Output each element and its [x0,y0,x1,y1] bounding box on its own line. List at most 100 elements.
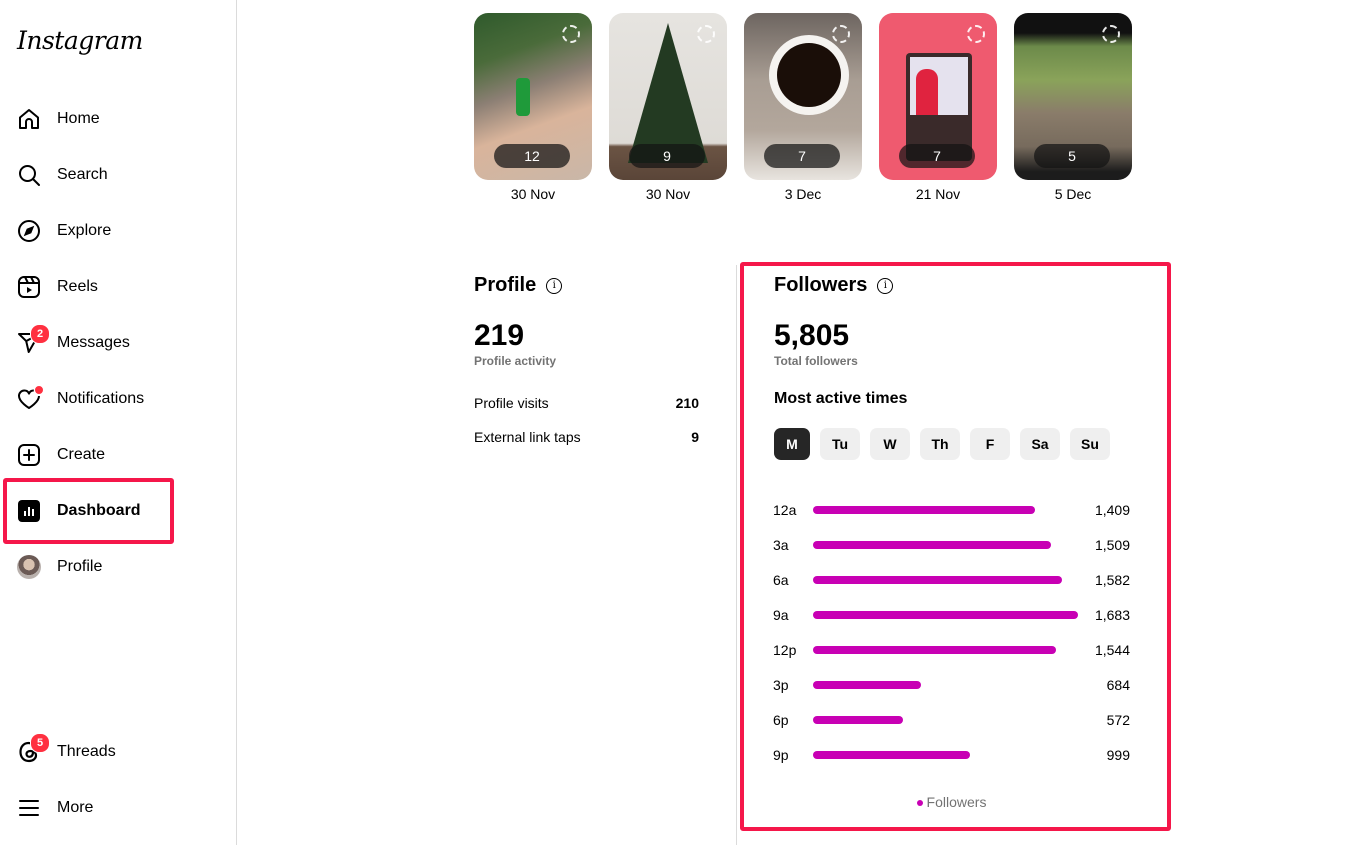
story-count: 12 [494,144,570,168]
sidebar-item-label: Explore [57,222,112,239]
day-tab[interactable]: W [870,428,910,460]
bar-value-label: 1,409 [1094,502,1130,518]
sidebar-item-explore[interactable]: Explore [16,215,111,247]
notification-dot [34,385,44,395]
sidebar-item-threads[interactable]: 5 Threads [16,733,116,768]
bar-row: 3a 1,509 [773,535,1130,555]
bar-category-label: 6p [773,712,789,728]
bar-row: 9a 1,683 [773,605,1130,625]
bar-category-label: 12a [773,502,797,518]
messages-badge: 2 [30,324,50,344]
sidebar-item-search[interactable]: Search [16,159,108,191]
loading-ring-icon [697,25,715,43]
story-date: 3 Dec [784,186,822,202]
instagram-logo[interactable]: Instagram [17,26,143,55]
bar [813,646,1057,654]
sidebar-item-label: Create [57,446,106,463]
story-thumbnail[interactable]: 9 [609,13,727,180]
sidebar-item-label: More [57,799,94,816]
search-icon [16,162,42,188]
bar-value-label: 684 [1106,677,1130,693]
legend-dot [916,800,923,807]
avatar [17,555,41,579]
story-item[interactable]: 7 21 Nov [879,13,997,202]
sidebar-item-home[interactable]: Home [16,103,100,135]
bar-value-label: 999 [1106,747,1130,763]
sidebar: Instagram Home Search Explore Reels 2 Me… [0,0,237,845]
row-label: External link taps [474,429,581,445]
followers-card-title: Followers [774,274,868,296]
bar-row: 3p 684 [773,675,1130,695]
followers-card: Followers i 5,805 Total followers Most a… [774,274,1134,460]
day-tab[interactable]: Sa [1020,428,1060,460]
story-item[interactable]: 9 30 Nov [609,13,727,202]
sidebar-item-create[interactable]: Create [16,439,105,471]
bar-value-label: 1,582 [1094,572,1130,588]
sidebar-item-profile[interactable]: Profile [16,551,102,583]
heart-icon [16,385,44,412]
sidebar-item-label: Home [57,110,100,127]
story-date: 30 Nov [645,186,691,202]
bar-value-label: 1,683 [1094,607,1130,623]
sidebar-item-more[interactable]: More [16,792,93,824]
sidebar-item-notifications[interactable]: Notifications [16,383,144,415]
story-count: 5 [1034,144,1110,168]
story-thumbnail[interactable]: 7 [879,13,997,180]
row-label: Profile visits [474,395,549,411]
row-value: 9 [691,429,699,445]
story-item[interactable]: 12 30 Nov [474,13,592,202]
total-followers-label: Total followers [774,354,858,368]
story-date: 21 Nov [915,186,961,202]
bar-value-label: 572 [1106,712,1130,728]
loading-ring-icon [967,25,985,43]
sidebar-item-messages[interactable]: 2 Messages [16,324,130,359]
sidebar-item-label: Reels [57,278,98,295]
day-tab[interactable]: M [774,428,810,460]
home-icon [16,106,42,132]
story-thumbnail[interactable]: 5 [1014,13,1132,180]
info-icon[interactable]: i [877,277,894,294]
sidebar-item-label: Search [57,166,108,183]
day-tab[interactable]: Tu [820,428,860,460]
dashboard-highlight [3,478,174,544]
threads-icon: 5 [16,733,50,765]
bar-row: 12a 1,409 [773,500,1130,520]
sidebar-item-label: Notifications [57,390,145,407]
bar [813,611,1078,619]
legend-label: Followers [926,794,987,810]
chart-legend: Followers [773,794,1130,810]
info-icon[interactable]: i [546,277,563,294]
card-divider [736,265,737,845]
day-tab[interactable]: Su [1070,428,1110,460]
bar [813,751,971,759]
day-tabs: M Tu W Th F Sa Su [774,428,1134,460]
bar-row: 9p 999 [773,745,1130,765]
loading-ring-icon [562,25,580,43]
bar-category-label: 9p [773,747,789,763]
story-date: 30 Nov [510,186,556,202]
bar [813,506,1035,514]
day-tab[interactable]: Th [920,428,960,460]
profile-card-title: Profile [474,274,537,296]
sidebar-item-reels[interactable]: Reels [16,271,98,303]
most-active-times-title: Most active times [774,390,908,407]
story-item[interactable]: 5 5 Dec [1014,13,1132,202]
menu-icon [16,795,42,821]
coffee-cup-image [769,35,849,115]
profile-card: Profile i 219 Profile activity Profile v… [474,274,699,445]
story-thumbnail[interactable]: 12 [474,13,592,180]
total-followers-value: 5,805 [774,319,850,352]
external-link-taps-row: External link taps 9 [474,429,699,445]
threads-badge: 5 [30,733,50,753]
story-item[interactable]: 7 3 Dec [744,13,862,202]
compass-icon [16,218,42,244]
bar-category-label: 9a [773,607,789,623]
messenger-icon: 2 [16,324,50,356]
day-tab[interactable]: F [970,428,1010,460]
loading-ring-icon [832,25,850,43]
bar [813,541,1051,549]
bar-category-label: 3p [773,677,789,693]
bar-value-label: 1,509 [1094,537,1130,553]
story-thumbnail[interactable]: 7 [744,13,862,180]
bar-row: 6p 572 [773,710,1130,730]
